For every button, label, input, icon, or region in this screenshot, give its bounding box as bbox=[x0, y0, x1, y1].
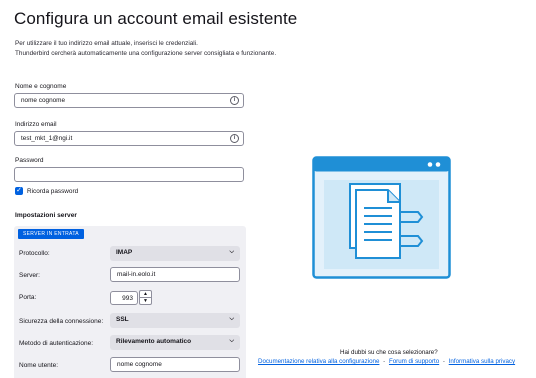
checkmark-icon: ✓ bbox=[16, 187, 22, 194]
server-label: Server: bbox=[19, 272, 40, 279]
name-value: nome cognome bbox=[21, 97, 66, 104]
security-value: SSL bbox=[116, 316, 129, 323]
chevron-down-icon[interactable]: ▼ bbox=[140, 298, 151, 305]
intro-line-2: Thunderbird cercherà automaticamente una… bbox=[15, 50, 277, 57]
username-field[interactable]: nome cognome bbox=[110, 357, 240, 372]
remember-password-checkbox[interactable]: ✓ bbox=[15, 187, 23, 195]
password-label: Password bbox=[15, 157, 44, 164]
security-select[interactable]: SSL ⌵ bbox=[110, 313, 240, 328]
username-label: Nome utente: bbox=[19, 362, 59, 369]
document-window-illustration bbox=[312, 156, 451, 279]
server-field[interactable]: mail-in.eolo.it bbox=[110, 267, 240, 282]
email-field[interactable]: test_mkt_1@ngi.it i bbox=[14, 131, 244, 146]
password-field[interactable] bbox=[14, 167, 244, 182]
auth-method-value: Rilevamento automatico bbox=[116, 338, 192, 345]
protocol-select[interactable]: IMAP ⌵ bbox=[110, 246, 240, 261]
help-links: Documentazione relativa alla configurazi… bbox=[258, 358, 515, 365]
intro-text: Per utilizzare il tuo indirizzo email at… bbox=[15, 39, 276, 59]
link-separator: - bbox=[383, 358, 386, 365]
port-field[interactable]: 993 bbox=[110, 291, 138, 305]
email-label: Indirizzo email bbox=[15, 121, 57, 128]
security-label: Sicurezza della connessione: bbox=[19, 318, 104, 325]
port-label: Porta: bbox=[19, 294, 37, 301]
protocol-value: IMAP bbox=[116, 249, 133, 256]
remember-password-label[interactable]: Ricorda password bbox=[27, 188, 78, 195]
page-title: Configura un account email esistente bbox=[14, 9, 298, 28]
auth-method-select[interactable]: Rilevamento automatico ⌵ bbox=[110, 335, 240, 350]
name-label: Nome e cognome bbox=[15, 83, 67, 90]
chevron-down-icon: ⌵ bbox=[229, 316, 234, 322]
info-icon[interactable]: i bbox=[230, 134, 239, 143]
privacy-policy-link[interactable]: Informativa sulla privacy bbox=[449, 358, 515, 365]
email-value: test_mkt_1@ngi.it bbox=[21, 135, 73, 142]
help-question: Hai dubbi su che cosa selezionare? bbox=[340, 349, 438, 356]
config-docs-link[interactable]: Documentazione relativa alla configurazi… bbox=[258, 358, 379, 365]
username-value: nome cognome bbox=[117, 361, 162, 368]
chevron-down-icon: ⌵ bbox=[229, 338, 234, 344]
auth-method-label: Metodo di autenticazione: bbox=[19, 340, 94, 347]
chevron-down-icon: ⌵ bbox=[229, 249, 234, 255]
port-value: 993 bbox=[122, 295, 133, 302]
intro-line-1: Per utilizzare il tuo indirizzo email at… bbox=[15, 40, 198, 47]
incoming-server-badge: SERVER IN ENTRATA bbox=[18, 229, 84, 239]
port-stepper[interactable]: ▲ ▼ bbox=[139, 290, 152, 305]
name-field[interactable]: nome cognome i bbox=[14, 93, 244, 108]
protocol-label: Protocollo: bbox=[19, 250, 50, 257]
link-separator: - bbox=[442, 358, 445, 365]
server-settings-title: Impostazioni server bbox=[15, 212, 77, 219]
server-value: mail-in.eolo.it bbox=[117, 271, 156, 278]
info-icon[interactable]: i bbox=[230, 96, 239, 105]
support-forum-link[interactable]: Forum di supporto bbox=[389, 358, 439, 365]
